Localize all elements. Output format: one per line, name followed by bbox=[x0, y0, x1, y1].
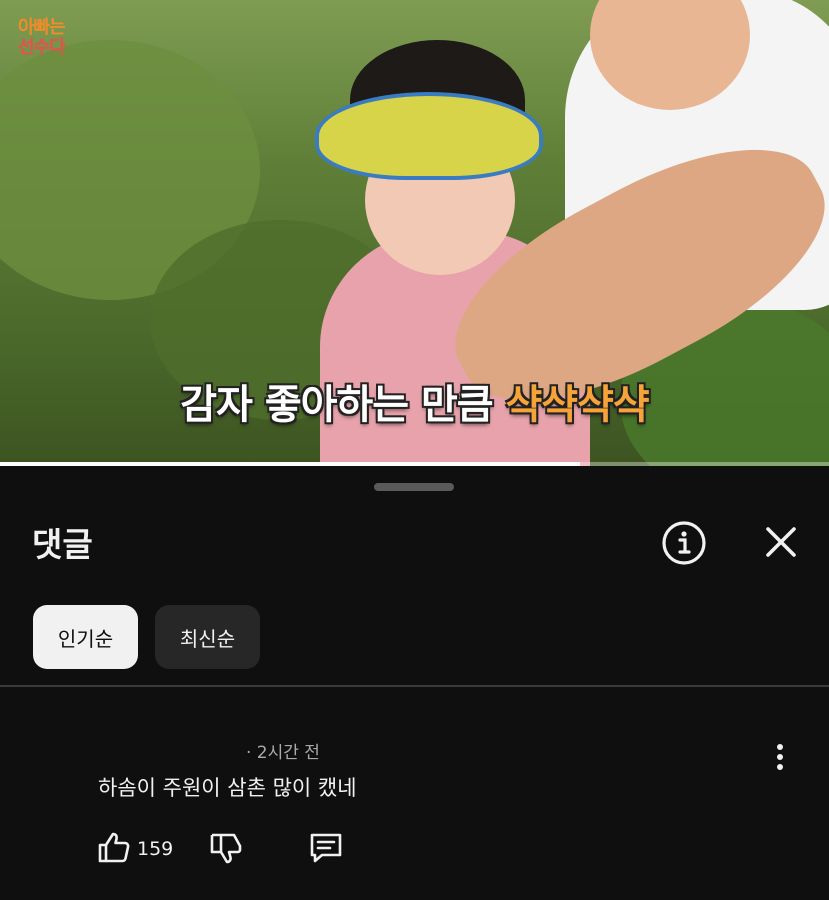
comments-title: 댓글 bbox=[32, 525, 93, 564]
close-icon[interactable] bbox=[760, 521, 802, 563]
channel-logo: 아빠는 선수다 bbox=[18, 18, 88, 58]
reply-icon[interactable] bbox=[308, 830, 344, 866]
child-visor bbox=[315, 92, 543, 180]
like-count: 159 bbox=[137, 838, 174, 860]
info-icon[interactable] bbox=[660, 519, 708, 567]
comment-text: 하솜이 주원이 삼촌 많이 캤네 bbox=[98, 776, 357, 800]
more-vertical-icon[interactable] bbox=[768, 742, 792, 772]
divider bbox=[0, 685, 829, 687]
logo-line-1: 아빠는 bbox=[18, 17, 66, 38]
sort-popular-chip[interactable]: 인기순 bbox=[33, 605, 138, 669]
video-player[interactable]: 아빠는 선수다 감자 좋아하는 만큼 샥샥샥샥 bbox=[0, 0, 829, 466]
subtitle-main: 감자 좋아하는 만큼 bbox=[180, 382, 493, 428]
drag-handle[interactable] bbox=[374, 483, 454, 491]
comment-timestamp: · 2시간 전 bbox=[246, 743, 320, 763]
logo-line-2: 선수다 bbox=[18, 37, 66, 58]
video-subtitle: 감자 좋아하는 만큼 샥샥샥샥 bbox=[0, 372, 829, 430]
subtitle-accent: 샥샥샥샥 bbox=[505, 382, 650, 428]
thumbs-down-icon[interactable] bbox=[208, 830, 244, 866]
comments-panel: 댓글 인기순 최신순 · 2시간 전 하솜이 주원이 삼촌 많이 캤네 159 bbox=[0, 466, 829, 900]
thumbs-up-icon[interactable] bbox=[96, 830, 132, 866]
sort-newest-chip[interactable]: 최신순 bbox=[155, 605, 260, 669]
